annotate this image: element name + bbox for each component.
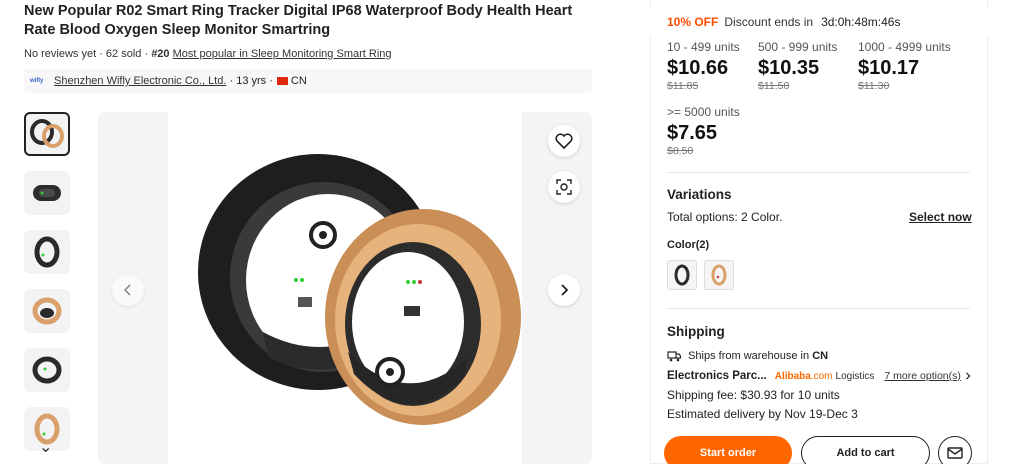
- thumbnail-strip: [24, 112, 72, 464]
- gold-ring-icon: [711, 264, 727, 286]
- discount-bar: 10% OFF Discount ends in 3d:0h:48m:46s: [650, 8, 988, 36]
- supplier-country: CN: [290, 75, 307, 87]
- more-options-link[interactable]: 7 more option(s): [884, 370, 960, 382]
- ships-from-line: Ships from warehouse in CN: [667, 350, 828, 362]
- ring-pair-thumbnail-icon: [30, 119, 64, 148]
- supplier-name-link[interactable]: Shenzhen Wifly Electronic Co., Ltd.: [54, 75, 226, 87]
- price-tier: >= 5000 units $7.65 $8.50: [667, 105, 740, 157]
- chevron-left-icon: [123, 284, 131, 296]
- discount-label: Discount ends in: [724, 15, 814, 29]
- ring-black-front-thumbnail-icon: [34, 236, 60, 268]
- supplier-bar: wifly Shenzhen Wifly Electronic Co., Ltd…: [24, 69, 592, 93]
- start-order-button[interactable]: Start order: [664, 436, 792, 464]
- shipping-method-name: Electronics Parc...: [667, 370, 767, 382]
- thumbnails-scroll-down-icon[interactable]: ⌄: [39, 437, 52, 457]
- image-search-button[interactable]: [548, 171, 580, 203]
- shipping-method-row[interactable]: Electronics Parc... Alibaba .com Logistic…: [667, 370, 971, 382]
- discount-percent: 10% OFF: [667, 15, 719, 29]
- reviews-text: No reviews yet: [24, 48, 97, 60]
- main-product-image: [98, 112, 592, 464]
- select-now-link[interactable]: Select now: [909, 210, 972, 224]
- discount-countdown: 3d:0h:48m:46s: [821, 15, 901, 29]
- thumbnail-item[interactable]: [24, 348, 70, 392]
- scan-icon: [556, 179, 572, 195]
- favorite-button[interactable]: [548, 125, 580, 157]
- black-ring-icon: [674, 264, 690, 286]
- envelope-icon: [947, 447, 963, 459]
- ring-black-angle-thumbnail-icon: [32, 356, 62, 384]
- next-image-button[interactable]: [548, 274, 580, 306]
- thumbnail-item[interactable]: [24, 230, 70, 274]
- alibaba-logo: Alibaba: [774, 370, 811, 382]
- chevron-right-icon: [561, 284, 569, 296]
- thumbnail-item[interactable]: [24, 112, 70, 156]
- product-title: New Popular R02 Smart Ring Tracker Digit…: [24, 3, 573, 38]
- delivery-estimate: Estimated delivery by Nov 19-Dec 3: [667, 407, 858, 421]
- chevron-right-icon: [965, 372, 971, 380]
- truck-icon: [667, 350, 682, 361]
- logistics-label: Logistics: [835, 370, 875, 382]
- shipping-fee: Shipping fee: $30.93 for 10 units: [667, 388, 840, 402]
- price-tier: 500 - 999 units $10.35 $11.50: [758, 40, 838, 92]
- price-tier: 10 - 499 units $10.66 $11.85: [667, 40, 740, 92]
- supplier-logo: wifly: [30, 78, 44, 84]
- china-flag-icon: [276, 77, 288, 85]
- divider: [666, 172, 970, 173]
- color-swatch-gold[interactable]: [704, 260, 734, 290]
- color-label: Color(2): [667, 239, 710, 251]
- smart-rings-photo: [198, 154, 521, 425]
- color-swatch-black[interactable]: [667, 260, 697, 290]
- thumbnail-item[interactable]: [24, 289, 70, 333]
- message-supplier-button[interactable]: [938, 436, 972, 464]
- previous-image-button[interactable]: [112, 274, 144, 306]
- rank-category-link[interactable]: Most popular in Sleep Monitoring Smart R…: [173, 48, 392, 60]
- ring-black-side-thumbnail-icon: [33, 185, 61, 201]
- shipping-title: Shipping: [667, 324, 725, 339]
- supplier-years: 13 yrs: [236, 75, 267, 87]
- divider: [666, 308, 970, 309]
- add-to-cart-button[interactable]: Add to cart: [801, 436, 930, 464]
- product-meta: No reviews yet · 62 sold · #20 Most popu…: [24, 48, 392, 60]
- heart-icon: [555, 133, 573, 149]
- ring-gold-thumbnail-icon: [32, 297, 62, 325]
- price-tier: 1000 - 4999 units $10.17 $11.30: [858, 40, 951, 92]
- variations-title: Variations: [667, 187, 732, 202]
- thumbnail-item[interactable]: [24, 171, 70, 215]
- variations-total: Total options: 2 Color.: [667, 210, 783, 224]
- rank-badge: #20: [151, 48, 170, 60]
- sold-count: 62 sold: [105, 48, 142, 60]
